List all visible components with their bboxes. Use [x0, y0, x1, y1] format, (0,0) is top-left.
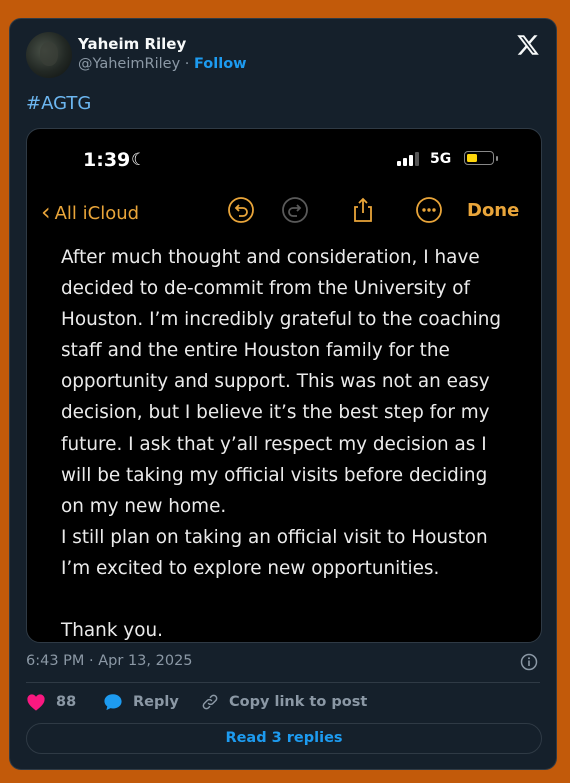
divider [26, 682, 540, 683]
signal-icon [397, 152, 419, 166]
back-all-icloud-button[interactable]: ‹ All iCloud [41, 197, 140, 226]
reply-label: Reply [133, 694, 179, 710]
read-replies-button[interactable]: Read 3 replies [26, 723, 542, 754]
copy-link-button[interactable]: Copy link to post [201, 693, 367, 711]
undo-icon[interactable] [227, 196, 255, 224]
info-icon[interactable] [520, 653, 538, 671]
network-label: 5G [430, 151, 452, 167]
tweet-media-image[interactable]: 1:39 ☾ 5G ‹ All iCloud Done After much t… [26, 128, 542, 643]
more-icon[interactable] [415, 196, 443, 224]
author-name[interactable]: Yaheim Riley [78, 35, 186, 53]
author-handle[interactable]: @YaheimRiley [78, 56, 180, 72]
redo-icon[interactable] [281, 196, 309, 224]
done-button[interactable]: Done [467, 200, 519, 221]
copy-link-label: Copy link to post [229, 694, 368, 710]
reply-button[interactable]: Reply [103, 693, 179, 711]
link-icon [202, 694, 218, 710]
follow-button[interactable]: Follow [194, 56, 247, 72]
reply-bubble-icon [104, 694, 122, 711]
author-handle-row: @YaheimRiley · Follow [78, 56, 247, 72]
battery-tip [496, 156, 498, 161]
battery-icon [464, 151, 494, 165]
heart-icon [27, 694, 45, 711]
status-time: 1:39 [83, 149, 131, 171]
handle-separator: · [184, 56, 190, 72]
chevron-left-icon: ‹ [41, 198, 51, 226]
moon-icon: ☾ [131, 150, 147, 170]
tweet-card: Yaheim Riley @YaheimRiley · Follow #AGTG… [9, 18, 557, 770]
hashtag-link[interactable]: #AGTG [26, 93, 91, 114]
x-logo-icon[interactable] [516, 33, 540, 57]
avatar[interactable] [26, 32, 72, 78]
note-text: After much thought and consideration, I … [61, 247, 502, 642]
like-count: 88 [56, 694, 77, 710]
like-button[interactable]: 88 [26, 693, 76, 711]
share-icon[interactable] [349, 196, 377, 224]
tweet-timestamp[interactable]: 6:43 PM · Apr 13, 2025 [26, 653, 193, 669]
back-label: All iCloud [54, 203, 140, 224]
